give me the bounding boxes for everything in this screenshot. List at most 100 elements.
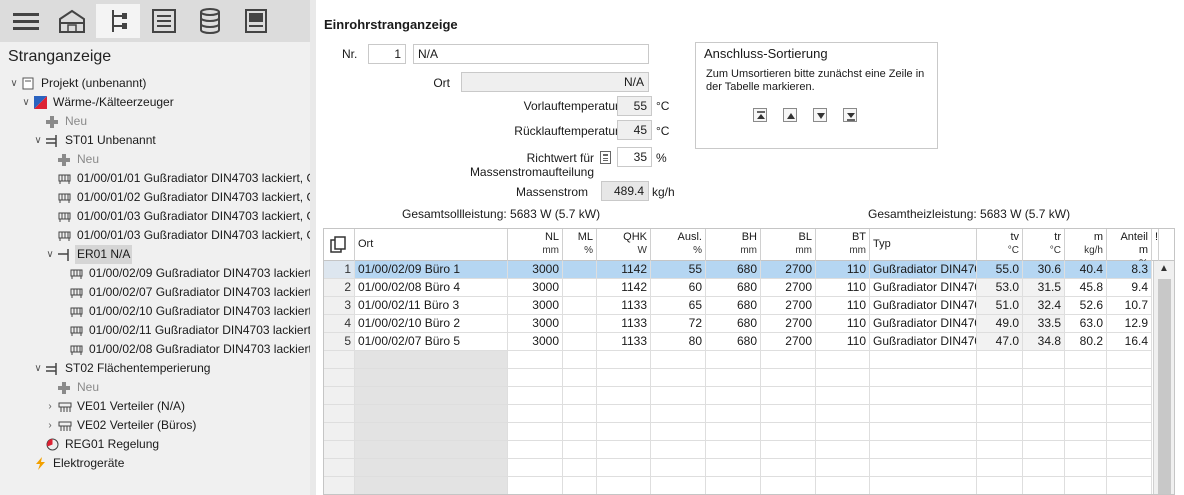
table-cell[interactable] (651, 459, 706, 477)
table-cell[interactable]: 01/00/02/09 Büro 1 (355, 261, 508, 279)
table-cell[interactable] (563, 423, 597, 441)
table-cell[interactable] (563, 477, 597, 494)
table-cell[interactable]: 10.7 (1107, 297, 1152, 315)
tree-node[interactable]: 01/00/01/03 Gußradiator DIN4703 lackiert… (0, 207, 310, 226)
table-cell[interactable]: 680 (706, 261, 761, 279)
table-cell[interactable] (977, 441, 1023, 459)
row-number[interactable] (324, 387, 355, 405)
table-cell[interactable] (870, 459, 977, 477)
table-row[interactable] (324, 423, 1154, 441)
table-cell[interactable]: 01/00/02/11 Büro 3 (355, 297, 508, 315)
table-cell[interactable] (761, 369, 816, 387)
table-cell[interactable] (1065, 423, 1107, 441)
table-cell[interactable] (761, 423, 816, 441)
table-cell[interactable] (563, 351, 597, 369)
column-header[interactable]: ! (1152, 229, 1159, 261)
table-cell[interactable]: 3000 (508, 333, 563, 351)
chevron-down-icon[interactable]: ∨ (20, 93, 32, 112)
row-number[interactable]: 2 (324, 279, 355, 297)
column-header[interactable]: BT mm (816, 229, 870, 261)
column-header[interactable]: m kg/h (1065, 229, 1107, 261)
tree-node[interactable]: ∨ ST02 Flächentemperierung (0, 359, 310, 378)
table-cell[interactable]: 680 (706, 279, 761, 297)
tree-node[interactable]: Neu (0, 112, 310, 131)
table-cell[interactable] (563, 369, 597, 387)
table-cell[interactable] (563, 279, 597, 297)
tree-node[interactable]: 01/00/02/11 Gußradiator DIN4703 lackiert… (0, 321, 310, 340)
table-cell[interactable] (977, 423, 1023, 441)
table-cell[interactable]: 3000 (508, 297, 563, 315)
tree-node[interactable]: REG01 Regelung (0, 435, 310, 454)
row-number[interactable] (324, 423, 355, 441)
building-icon[interactable] (50, 4, 94, 38)
table-cell[interactable] (597, 351, 651, 369)
table-cell[interactable]: 3000 (508, 261, 563, 279)
tree-node[interactable]: ∨ Projekt (unbenannt) (0, 74, 310, 93)
table-cell[interactable] (508, 369, 563, 387)
tree-node[interactable]: 01/00/01/01 Gußradiator DIN4703 lackiert… (0, 169, 310, 188)
tree-node[interactable]: 01/00/01/02 Gußradiator DIN4703 lackiert… (0, 188, 310, 207)
tree-node[interactable]: 01/00/02/10 Gußradiator DIN4703 lackiert… (0, 302, 310, 321)
table-row[interactable]: 1 01/00/02/09 Büro 1 3000 1142 55 680 2700 110 G… (324, 261, 1154, 279)
table-cell[interactable] (597, 477, 651, 494)
table-cell[interactable] (508, 423, 563, 441)
table-cell[interactable]: 110 (816, 333, 870, 351)
table-row[interactable]: 2 01/00/02/08 Büro 4 3000 1142 60 680 2700 110 G… (324, 279, 1154, 297)
table-cell[interactable] (1107, 441, 1152, 459)
table-cell[interactable]: Gußradiator DIN470... (870, 279, 977, 297)
row-number[interactable] (324, 441, 355, 459)
table-cell[interactable] (563, 333, 597, 351)
table-cell[interactable] (977, 477, 1023, 494)
nr-field[interactable]: 1 (368, 44, 406, 64)
table-cell[interactable]: 110 (816, 315, 870, 333)
table-cell[interactable] (597, 459, 651, 477)
row-number[interactable] (324, 351, 355, 369)
row-number[interactable]: 1 (324, 261, 355, 279)
table-cell[interactable]: 680 (706, 333, 761, 351)
table-cell[interactable]: 1142 (597, 261, 651, 279)
table-cell[interactable] (761, 441, 816, 459)
table-cell[interactable] (563, 459, 597, 477)
tree-node[interactable]: Elektrogeräte (0, 454, 310, 473)
table-cell[interactable]: 110 (816, 261, 870, 279)
chevron-down-icon[interactable]: ∨ (44, 245, 56, 264)
richtwert-field[interactable]: 35 (617, 147, 652, 167)
row-number[interactable]: 3 (324, 297, 355, 315)
tree-node[interactable]: › VE02 Verteiler (Büros) (0, 416, 310, 435)
row-number[interactable] (324, 405, 355, 423)
column-header[interactable]: NL mm (508, 229, 563, 261)
table-cell[interactable] (706, 405, 761, 423)
table-cell[interactable] (870, 405, 977, 423)
tree-node[interactable]: 01/00/02/08 Gußradiator DIN4703 lackiert… (0, 340, 310, 359)
table-cell[interactable]: 49.0 (977, 315, 1023, 333)
menu-icon[interactable] (4, 4, 48, 38)
column-header[interactable]: Ort (355, 229, 508, 261)
table-cell[interactable] (651, 477, 706, 494)
table-cell[interactable] (870, 369, 977, 387)
table-cell[interactable]: 01/00/02/10 Büro 2 (355, 315, 508, 333)
table-cell[interactable] (761, 351, 816, 369)
table-cell[interactable] (508, 405, 563, 423)
table-cell[interactable]: 55.0 (977, 261, 1023, 279)
table-cell[interactable] (816, 477, 870, 494)
column-header[interactable]: tv °C (977, 229, 1023, 261)
table-cell[interactable]: 110 (816, 279, 870, 297)
table-cell[interactable]: 16.4 (1107, 333, 1152, 351)
table-cell[interactable]: 34.8 (1023, 333, 1065, 351)
move-bottom-button[interactable] (843, 108, 857, 122)
table-cell[interactable] (706, 441, 761, 459)
table-cell[interactable] (1023, 477, 1065, 494)
table-cell[interactable] (870, 423, 977, 441)
scroll-up-icon[interactable]: ▲ (1154, 261, 1174, 277)
table-cell[interactable] (1107, 423, 1152, 441)
table-row[interactable] (324, 387, 1154, 405)
table-cell[interactable] (563, 405, 597, 423)
table-cell[interactable] (597, 369, 651, 387)
table-cell[interactable] (1065, 405, 1107, 423)
tree-node[interactable]: Neu (0, 150, 310, 169)
table-cell[interactable]: 2700 (761, 297, 816, 315)
column-header[interactable]: QHK W (597, 229, 651, 261)
table-cell[interactable] (816, 369, 870, 387)
table-cell[interactable] (508, 387, 563, 405)
table-cell[interactable] (508, 477, 563, 494)
